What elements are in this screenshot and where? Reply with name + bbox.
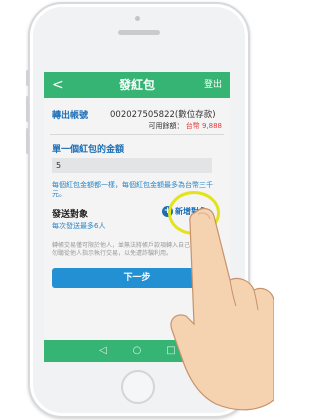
camera-icon (135, 16, 140, 21)
recipients-title: 發送對象 (52, 210, 89, 220)
add-recipient-label: 新增對象 (175, 206, 207, 216)
amount-label: 單一個紅包的金額 (52, 145, 125, 155)
volume-down-button (26, 128, 29, 154)
android-nav-bar: ◁ ○ □ (44, 340, 230, 362)
fraud-warning-text: 轉帳交易僅可限於他人，並無法將帳戶款項轉入自己的帳戶，請勿聽從他人指示執行交易，… (52, 242, 221, 257)
divider (50, 134, 224, 135)
available-balance: 可用餘額： 台幣 9,888 (149, 121, 223, 131)
recipients-limit-note: 每次發送最多6人 (52, 222, 106, 230)
mute-switch (26, 70, 29, 86)
nav-recent-icon[interactable]: □ (164, 344, 178, 358)
balance-label: 可用餘額： (148, 122, 184, 130)
source-account-number[interactable]: 002027505822(數位存款) (110, 108, 216, 120)
nav-home-icon[interactable]: ○ (130, 344, 144, 358)
logout-button[interactable]: 登出 (204, 79, 222, 91)
next-step-button[interactable]: 下一步 (52, 268, 222, 288)
app-header: < 發紅包 登出 (44, 72, 230, 98)
amount-hint: 每個紅包金額都一樣，每個紅包金額最多為台幣三千元。 (52, 181, 213, 198)
balance-value: 台幣 9,888 (185, 122, 222, 130)
volume-up-button (26, 96, 29, 122)
amount-input[interactable] (52, 158, 212, 173)
plus-icon: + (162, 205, 173, 217)
source-account-label: 轉出帳號 (52, 111, 89, 121)
speaker-grille (118, 30, 160, 35)
app-screen: < 發紅包 登出 轉出帳號 002027505822(數位存款) 可用餘額： 台… (44, 72, 230, 362)
home-button[interactable] (121, 370, 155, 404)
nav-back-icon[interactable]: ◁ (96, 344, 110, 358)
add-recipient-button[interactable]: + 新增對象 (162, 203, 210, 219)
page-title: 發紅包 (118, 78, 155, 92)
